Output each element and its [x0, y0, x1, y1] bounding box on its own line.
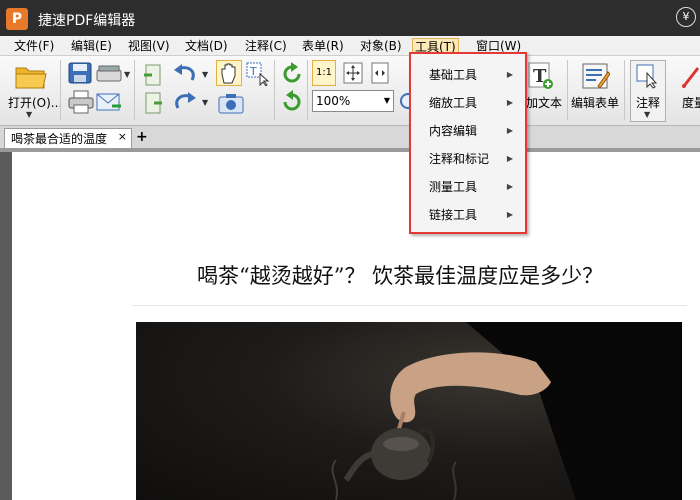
scanner-icon[interactable]	[96, 64, 122, 85]
document-view[interactable]: 喝茶“越烫越好”？ 饮茶最佳温度应是多少？	[0, 152, 700, 500]
menu-item-content-editing[interactable]: 内容编辑 ▶	[411, 120, 525, 142]
svg-text:T: T	[249, 65, 257, 78]
actual-size-button[interactable]: 1:1	[312, 60, 336, 86]
menu-item-zoom-tools[interactable]: 缩放工具 ▶	[411, 92, 525, 114]
menu-edit[interactable]: 编辑(E)	[69, 38, 114, 55]
edit-form-icon[interactable]	[582, 62, 611, 93]
fit-width-icon[interactable]	[370, 62, 390, 87]
chevron-right-icon: ▶	[506, 98, 513, 107]
measure-icon[interactable]	[680, 62, 700, 93]
snapshot-icon[interactable]	[218, 92, 244, 117]
chevron-down-icon: ▼	[383, 96, 390, 105]
close-icon[interactable]: ×	[118, 127, 127, 147]
menu-item-comment-markup[interactable]: 注释和标记 ▶	[411, 148, 525, 170]
menu-file[interactable]: 文件(F)	[12, 38, 56, 55]
email-icon[interactable]	[96, 92, 122, 115]
rotate-counterclockwise-icon[interactable]	[280, 90, 304, 117]
menu-form[interactable]: 表单(R)	[300, 38, 346, 55]
chevron-right-icon: ▶	[506, 210, 513, 219]
menu-item-label: 基础工具	[429, 68, 478, 82]
zoom-select[interactable]: 100% ▼	[312, 90, 394, 112]
print-icon[interactable]	[68, 90, 94, 117]
chevron-down-icon[interactable]: ▼	[202, 98, 208, 107]
open-folder-icon[interactable]	[14, 62, 48, 93]
toolbar: 打开(O)... ▼ ▼ ▼ ▼ T 1:1 100% ▼ T 加文本 编辑表单…	[0, 56, 700, 126]
page-extract-icon[interactable]	[142, 64, 164, 89]
fit-page-icon[interactable]	[342, 62, 364, 87]
add-text-label[interactable]: 加文本	[526, 94, 562, 111]
save-icon[interactable]	[68, 62, 92, 87]
chevron-down-icon[interactable]: ▼	[202, 70, 208, 79]
menu-item-measure-tools[interactable]: 测量工具 ▶	[411, 176, 525, 198]
menu-object[interactable]: 对象(B)	[358, 38, 404, 55]
page-insert-icon[interactable]	[142, 92, 164, 117]
tab-document-label: 喝茶最合适的温度	[11, 132, 108, 146]
menu-item-link-tools[interactable]: 链接工具 ▶	[411, 204, 525, 226]
chevron-right-icon: ▶	[506, 182, 513, 191]
window-title: 捷速PDF编辑器	[38, 13, 136, 29]
title-bar: P 捷速PDF编辑器 ¥	[0, 0, 700, 36]
select-text-icon[interactable]: T	[246, 62, 270, 89]
chevron-right-icon: ▶	[506, 154, 513, 163]
menu-comment[interactable]: 注释(C)	[243, 38, 289, 55]
pdf-page[interactable]: 喝茶“越烫越好”？ 饮茶最佳温度应是多少？	[12, 152, 700, 500]
annotate-icon	[636, 64, 658, 89]
chevron-down-icon[interactable]: ▼	[644, 110, 650, 119]
menu-item-basic-tools[interactable]: 基础工具 ▶	[411, 64, 525, 86]
menu-document[interactable]: 文档(D)	[183, 38, 230, 55]
undo-icon[interactable]	[172, 64, 198, 87]
tab-document[interactable]: 喝茶最合适的温度 ×	[4, 128, 132, 150]
menu-view[interactable]: 视图(V)	[126, 38, 172, 55]
chevron-down-icon[interactable]: ▼	[124, 70, 130, 79]
document-tab-bar: 喝茶最合适的温度 × +	[0, 126, 700, 150]
open-button-label[interactable]: 打开(O)...	[8, 94, 62, 111]
new-tab-button[interactable]: +	[136, 130, 150, 144]
divider	[132, 305, 687, 306]
hand-icon	[221, 63, 236, 84]
menu-item-label: 注释和标记	[429, 152, 490, 166]
chevron-down-icon[interactable]: ▼	[26, 110, 32, 119]
tools-dropdown-menu: 基础工具 ▶ 缩放工具 ▶ 内容编辑 ▶ 注释和标记 ▶ 测量工具 ▶ 链接工具…	[409, 52, 527, 234]
redo-icon[interactable]	[172, 92, 198, 115]
menu-bar: 文件(F) 编辑(E) 视图(V) 文档(D) 注释(C) 表单(R) 对象(B…	[0, 36, 700, 56]
menu-item-label: 测量工具	[429, 180, 478, 194]
edit-form-label[interactable]: 编辑表单	[571, 94, 619, 111]
zoom-value: 100%	[316, 94, 351, 108]
chevron-right-icon: ▶	[506, 70, 513, 79]
rotate-clockwise-icon[interactable]	[280, 62, 304, 89]
app-logo-icon: P	[6, 8, 28, 30]
article-title: 喝茶“越烫越好”？ 饮茶最佳温度应是多少？	[197, 264, 604, 288]
hand-tool-button[interactable]	[216, 60, 242, 86]
add-text-icon[interactable]: T	[528, 62, 554, 93]
menu-item-label: 链接工具	[429, 208, 478, 222]
annotate-label[interactable]: 注释	[636, 94, 660, 111]
chevron-right-icon: ▶	[506, 126, 513, 135]
article-image	[136, 322, 682, 500]
menu-item-label: 内容编辑	[429, 124, 478, 138]
measure-label[interactable]: 度量	[682, 94, 700, 111]
menu-item-label: 缩放工具	[429, 96, 478, 110]
purchase-button[interactable]: ¥	[676, 7, 696, 27]
